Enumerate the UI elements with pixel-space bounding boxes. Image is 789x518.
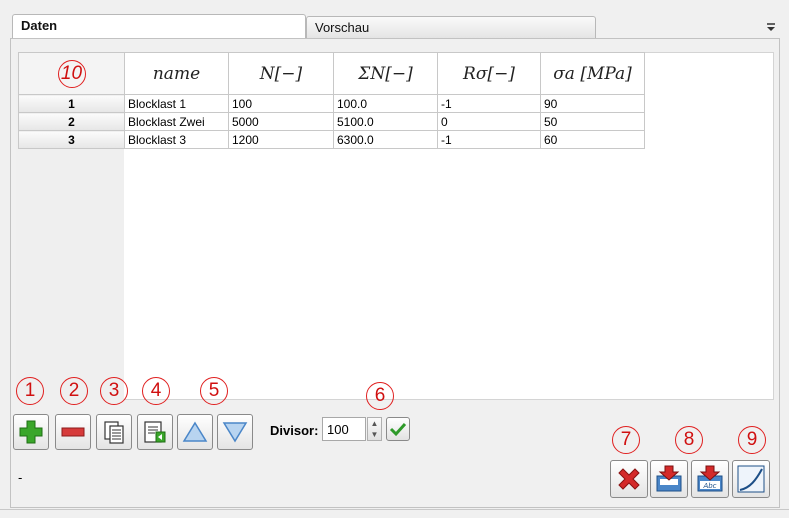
move-down-button[interactable] <box>217 414 253 450</box>
cell-sigma-a[interactable]: 90 <box>540 94 645 113</box>
cell-name[interactable]: Blocklast 3 <box>124 130 229 149</box>
paste-button[interactable] <box>137 414 173 450</box>
spin-down-icon[interactable]: ▼ <box>368 429 381 440</box>
svg-text:Abc: Abc <box>702 482 716 490</box>
cell-r-sigma[interactable]: -1 <box>437 94 541 113</box>
import-button[interactable] <box>650 460 688 498</box>
column-header-name[interactable]: name <box>124 52 229 95</box>
import-icon <box>656 465 682 492</box>
tab-menu-icon[interactable] <box>764 20 778 34</box>
table-header-row: 10 name N[−] ΣN[−] Rσ[−] σa [MPa] <box>18 52 645 95</box>
import-text-button[interactable]: Abc <box>691 460 729 498</box>
callout-6: 6 <box>366 382 394 410</box>
add-row-button[interactable] <box>13 414 49 450</box>
divisor-input[interactable] <box>322 417 366 441</box>
cell-r-sigma[interactable]: 0 <box>437 112 541 131</box>
callout-1: 1 <box>16 377 44 405</box>
callout-2: 2 <box>60 377 88 405</box>
data-table: 10 name N[−] ΣN[−] Rσ[−] σa [MPa] 1 Bloc… <box>18 52 645 149</box>
column-header-sigma-a[interactable]: σa [MPa] <box>540 52 645 95</box>
apply-divisor-button[interactable] <box>386 417 410 441</box>
column-header-sum-n[interactable]: ΣN[−] <box>333 52 438 95</box>
column-header-n[interactable]: N[−] <box>228 52 334 95</box>
status-text: - <box>18 470 23 485</box>
callout-7: 7 <box>612 426 640 454</box>
remove-row-button[interactable] <box>55 414 91 450</box>
curve-button[interactable] <box>732 460 770 498</box>
table-row[interactable]: 2 Blocklast Zwei 5000 5100.0 0 50 <box>18 112 645 131</box>
cell-name[interactable]: Blocklast Zwei <box>124 112 229 131</box>
bottom-divider <box>0 509 789 510</box>
delete-icon <box>618 468 640 490</box>
table-row[interactable]: 3 Blocklast 3 1200 6300.0 -1 60 <box>18 130 645 149</box>
copy-icon <box>104 421 124 444</box>
add-row-icon <box>19 420 43 444</box>
table-row[interactable]: 1 Blocklast 1 100 100.0 -1 90 <box>18 94 645 113</box>
callout-5: 5 <box>200 377 228 405</box>
paste-icon <box>144 421 166 443</box>
corner-cell[interactable]: 10 <box>18 52 125 95</box>
row-header[interactable]: 1 <box>18 94 125 113</box>
tab-bar: Daten Vorschau <box>10 12 780 40</box>
apply-icon <box>389 422 407 437</box>
curve-icon <box>737 465 765 493</box>
import-text-icon: Abc <box>697 465 723 492</box>
cell-sum-n[interactable]: 100.0 <box>333 94 438 113</box>
cell-sum-n[interactable]: 6300.0 <box>333 130 438 149</box>
callout-3: 3 <box>100 377 128 405</box>
cell-name[interactable]: Blocklast 1 <box>124 94 229 113</box>
tab-label: Vorschau <box>315 20 370 35</box>
divisor-spinner[interactable]: ▲ ▼ <box>367 417 382 441</box>
tab-label: Daten <box>21 18 58 33</box>
callout-8: 8 <box>675 426 703 454</box>
copy-button[interactable] <box>96 414 132 450</box>
cell-n[interactable]: 5000 <box>228 112 334 131</box>
spin-up-icon[interactable]: ▲ <box>368 418 381 429</box>
cell-sum-n[interactable]: 5100.0 <box>333 112 438 131</box>
row-header[interactable]: 3 <box>18 130 125 149</box>
cell-sigma-a[interactable]: 60 <box>540 130 645 149</box>
move-up-icon <box>182 421 208 442</box>
move-up-button[interactable] <box>177 414 213 450</box>
cell-sigma-a[interactable]: 50 <box>540 112 645 131</box>
tab-daten[interactable]: Daten <box>12 14 306 40</box>
divisor-label: Divisor: <box>270 423 319 438</box>
cell-n[interactable]: 100 <box>228 94 334 113</box>
callout-10: 10 <box>57 59 86 88</box>
column-header-r-sigma[interactable]: Rσ[−] <box>437 52 541 95</box>
callout-4: 4 <box>142 377 170 405</box>
callout-9: 9 <box>738 426 766 454</box>
delete-button[interactable] <box>610 460 648 498</box>
tab-vorschau[interactable]: Vorschau <box>306 16 596 40</box>
cell-r-sigma[interactable]: -1 <box>437 130 541 149</box>
cell-n[interactable]: 1200 <box>228 130 334 149</box>
remove-row-icon <box>61 427 85 437</box>
row-header[interactable]: 2 <box>18 112 125 131</box>
move-down-icon <box>222 422 248 443</box>
